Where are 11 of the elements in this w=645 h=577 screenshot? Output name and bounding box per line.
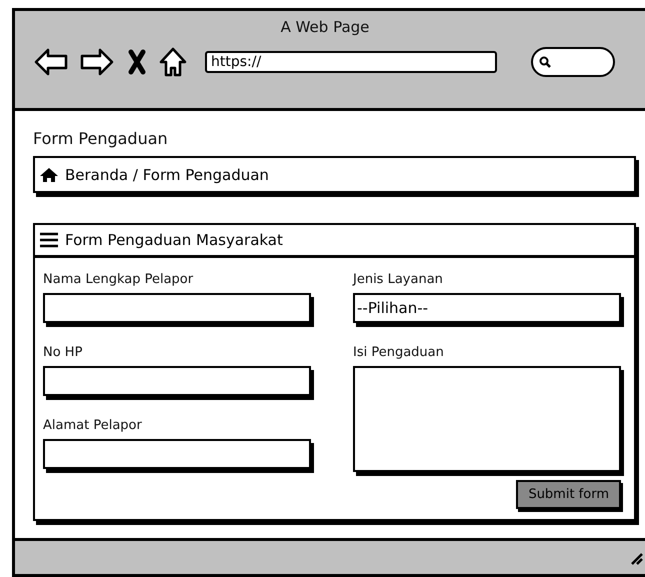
field-label: Alamat Pelapor xyxy=(43,418,143,433)
submit-button[interactable]: Submit form xyxy=(516,480,621,509)
address-field[interactable]: https:// xyxy=(205,51,497,73)
field-label: No HP xyxy=(43,345,84,360)
field-label: Isi Pengaduan xyxy=(353,345,445,360)
field-label: Nama Lengkap Pelapor xyxy=(43,272,194,287)
panel-title: Form Pengaduan Masyarakat xyxy=(65,231,283,249)
breadcrumb-text: Beranda / Form Pengaduan xyxy=(65,166,269,184)
window-title: A Web Page xyxy=(280,18,370,36)
page-title: Form Pengaduan xyxy=(33,129,169,148)
field-label: Jenis Layanan xyxy=(353,272,444,287)
